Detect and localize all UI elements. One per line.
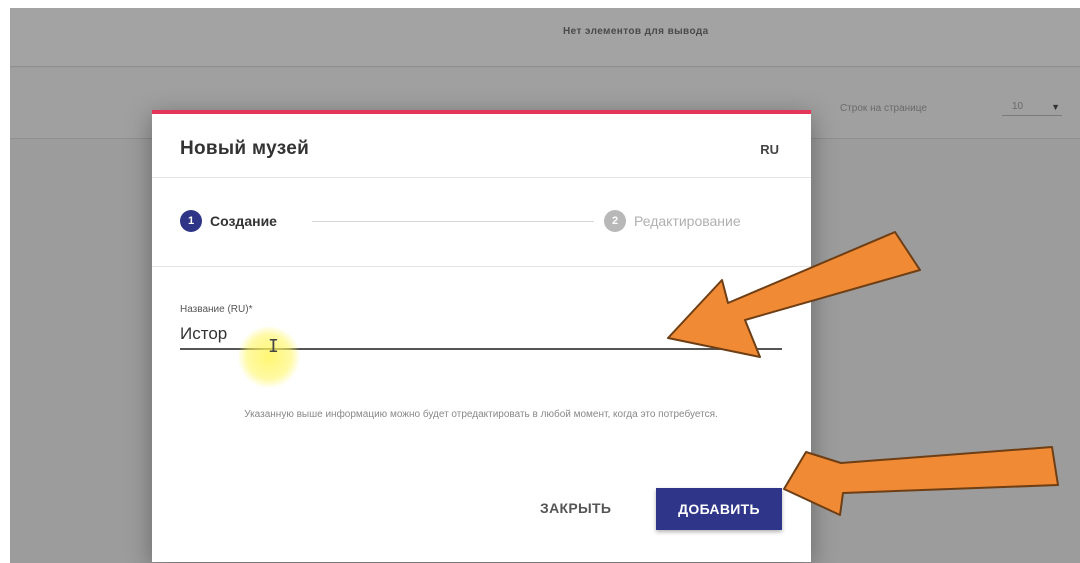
name-input[interactable] (180, 320, 782, 350)
no-items-message: Нет элементов для вывода (563, 26, 709, 37)
name-field-label: Название (RU)* (180, 304, 253, 315)
step-create[interactable]: 1 Создание (180, 210, 277, 232)
helper-text: Указанную выше информацию можно будет от… (244, 409, 718, 420)
chevron-down-icon: ▼ (1051, 102, 1060, 112)
rows-per-page-label: Строк на странице (840, 103, 927, 114)
new-museum-dialog: Новый музей RU 1 Создание 2 Редактирован… (152, 110, 811, 562)
stepper-connector (312, 221, 594, 222)
language-toggle[interactable]: RU (760, 142, 779, 157)
step-label: Редактирование (634, 213, 741, 229)
background-header: Нет элементов для вывода (10, 8, 1080, 67)
divider (152, 177, 811, 178)
close-button[interactable]: ЗАКРЫТЬ (540, 500, 611, 516)
rows-per-page-select[interactable]: 10 ▼ (1002, 101, 1062, 116)
step-number-badge: 2 (604, 210, 626, 232)
step-label: Создание (210, 213, 277, 229)
step-edit[interactable]: 2 Редактирование (604, 210, 741, 232)
add-button[interactable]: ДОБАВИТЬ (656, 488, 782, 530)
dialog-title: Новый музей (180, 138, 310, 159)
rows-per-page-value: 10 (1012, 101, 1024, 112)
step-number-badge: 1 (180, 210, 202, 232)
screen: Нет элементов для вывода Строк на страни… (0, 0, 1080, 563)
divider (152, 266, 811, 267)
